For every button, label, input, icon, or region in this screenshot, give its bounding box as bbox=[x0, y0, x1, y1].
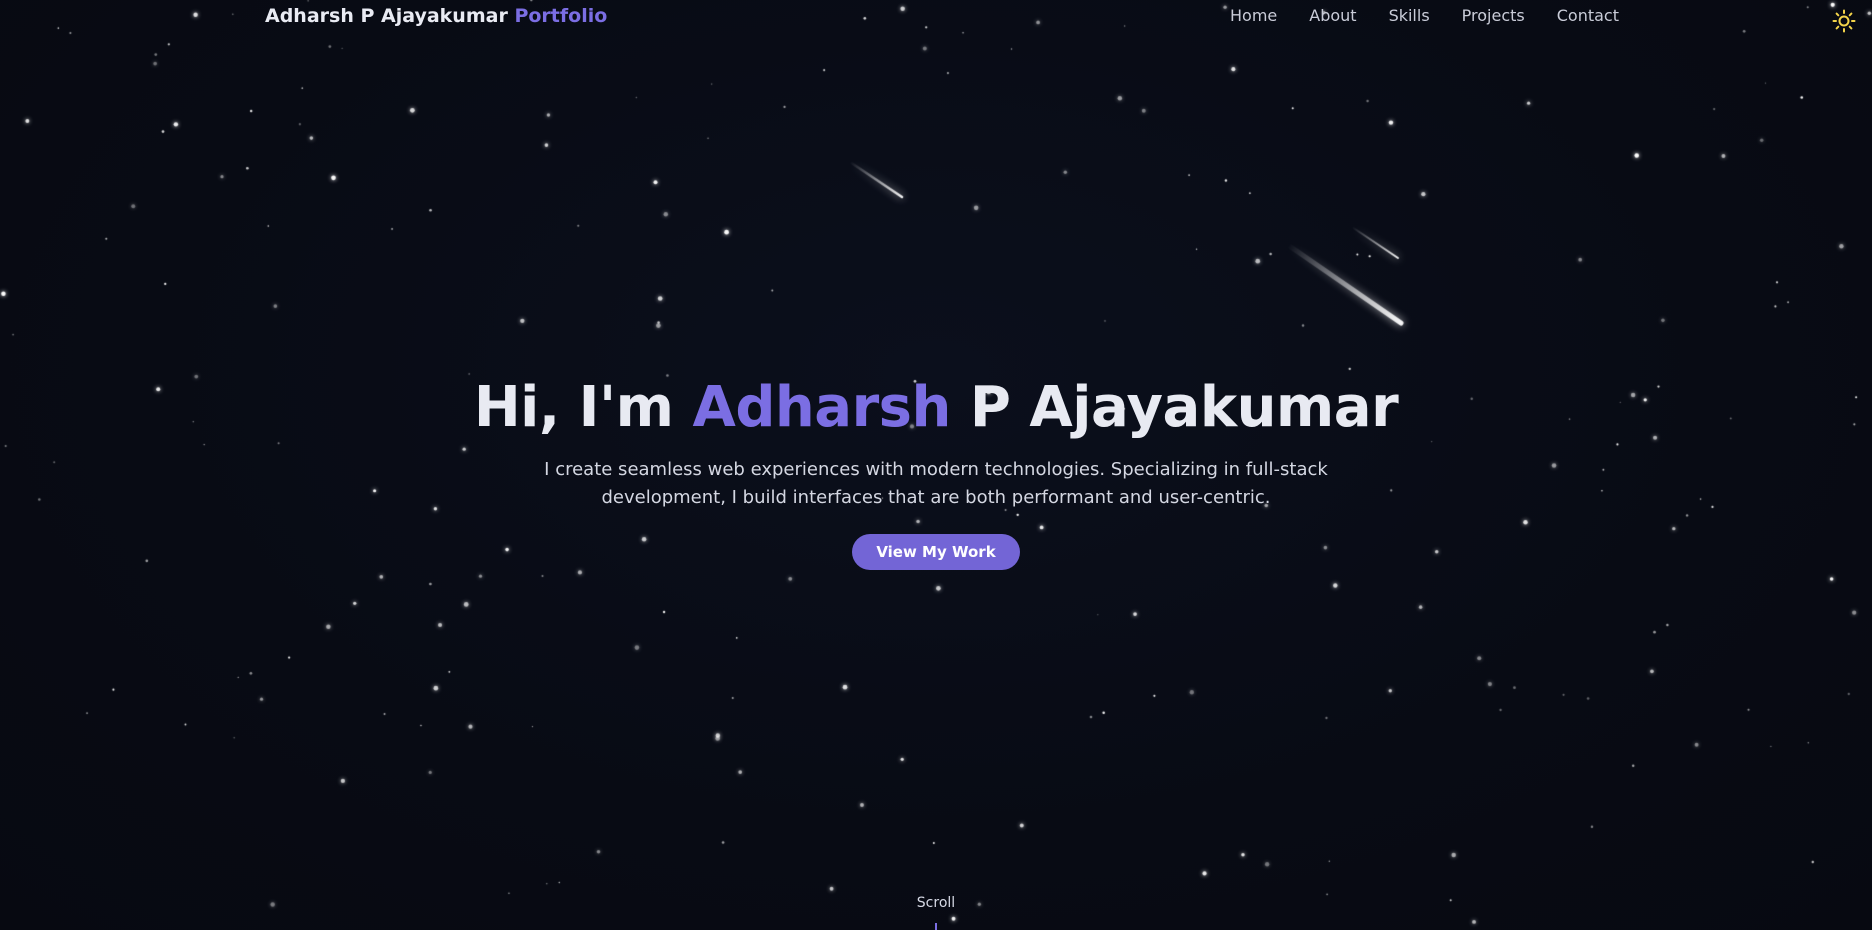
scroll-line bbox=[935, 923, 937, 930]
hero-title-suffix: P Ajayakumar bbox=[950, 375, 1399, 440]
sun-icon bbox=[1832, 9, 1856, 33]
navbar: Adharsh P Ajayakumar Portfolio Home Abou… bbox=[0, 0, 1872, 34]
nav-link-about[interactable]: About bbox=[1309, 6, 1356, 25]
hero-title-accent: Adharsh bbox=[692, 375, 951, 440]
hero-section: Hi, I'm Adharsh P Ajayakumar I create se… bbox=[0, 375, 1872, 570]
nav-link-projects[interactable]: Projects bbox=[1462, 6, 1525, 25]
hero-title-prefix: Hi, I'm bbox=[473, 375, 693, 440]
view-my-work-button[interactable]: View My Work bbox=[852, 534, 1020, 570]
scroll-label: Scroll bbox=[916, 895, 956, 911]
theme-toggle-button[interactable] bbox=[1832, 9, 1856, 33]
nav-link-skills[interactable]: Skills bbox=[1389, 6, 1430, 25]
hero-subtitle: I create seamless web experiences with m… bbox=[544, 459, 1328, 508]
hero-page: Adharsh P Ajayakumar Portfolio Home Abou… bbox=[0, 0, 1872, 930]
nav-links: Home About Skills Projects Contact bbox=[1230, 6, 1651, 25]
nav-link-home[interactable]: Home bbox=[1230, 6, 1277, 25]
scroll-indicator[interactable]: Scroll bbox=[0, 895, 1872, 911]
brand-name: Adharsh P Ajayakumar bbox=[265, 5, 508, 27]
brand-logo[interactable]: Adharsh P Ajayakumar Portfolio bbox=[265, 5, 607, 27]
brand-accent: Portfolio bbox=[514, 5, 608, 27]
nav-link-contact[interactable]: Contact bbox=[1557, 6, 1619, 25]
hero-title: Hi, I'm Adharsh P Ajayakumar bbox=[0, 375, 1872, 440]
